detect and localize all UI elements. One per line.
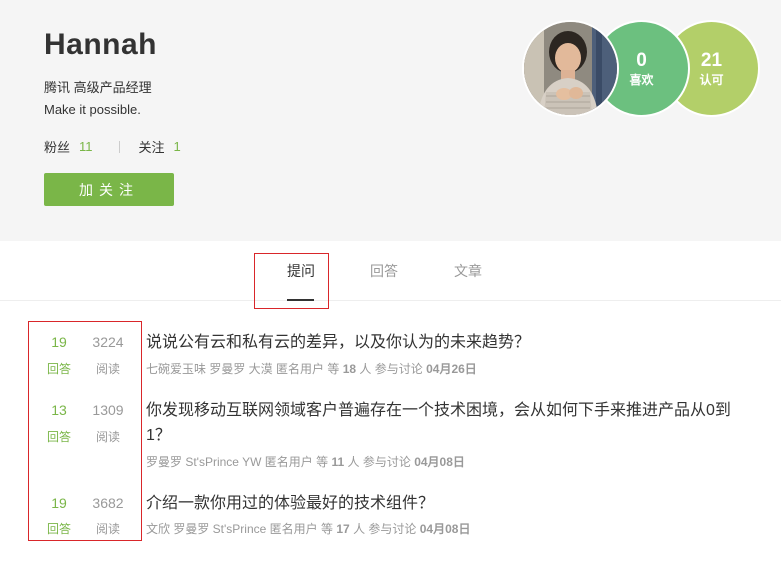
user-name: Hannah: [44, 28, 158, 61]
highlight-box-tab: [254, 253, 329, 309]
participant-count: 18: [342, 362, 357, 376]
approvals-count: 21: [700, 49, 723, 71]
tab-answers[interactable]: 回答: [370, 261, 398, 281]
count-prefix: 等: [321, 522, 334, 536]
following-label[interactable]: 关注: [139, 137, 165, 156]
tab-bar: 提问 回答 文章: [0, 241, 781, 301]
count-prefix: 等: [316, 455, 329, 469]
tab-articles[interactable]: 文章: [454, 261, 482, 281]
participants: 文欣 罗曼罗 St'sPrince 匿名用户: [146, 522, 318, 536]
question-title[interactable]: 介绍一款你用过的体验最好的技术组件？: [146, 491, 741, 516]
follow-button[interactable]: 加关注: [44, 173, 174, 206]
question-date: 04月08日: [414, 455, 465, 469]
question-meta: 文欣 罗曼罗 St'sPrince 匿名用户 等 17 人 参与讨论 04月08…: [146, 520, 470, 537]
avatar[interactable]: [522, 20, 619, 117]
count-prefix: 等: [327, 362, 340, 376]
participants: 七碗爱玉味 罗曼罗 大漠 匿名用户: [146, 362, 325, 376]
question-date: 04月26日: [426, 362, 477, 376]
fans-count[interactable]: 11: [79, 139, 93, 154]
question-date: 04月08日: [419, 522, 471, 536]
highlight-box-stats: [28, 321, 142, 541]
profile-header: Hannah 腾讯 高级产品经理 Make it possible. 粉丝 11…: [0, 0, 781, 241]
count-suffix: 人 参与讨论: [353, 522, 417, 536]
user-motto: Make it possible.: [44, 102, 141, 117]
question-meta: 七碗爱玉味 罗曼罗 大漠 匿名用户 等 18 人 参与讨论 04月26日: [146, 360, 477, 377]
fans-label[interactable]: 粉丝: [44, 137, 70, 156]
question-title[interactable]: 你发现移动互联网领域客户普遍存在一个技术困境，会从如何下手来推进产品从0到1？: [146, 398, 741, 448]
avatar-photo: [524, 22, 617, 115]
following-count[interactable]: 1: [174, 139, 181, 154]
question-title[interactable]: 说说公有云和私有云的差异，以及你认为的未来趋势？: [146, 330, 741, 355]
participant-count: 17: [336, 522, 350, 536]
likes-count: 0: [636, 49, 647, 71]
participants: 罗曼罗 St'sPrince YW 匿名用户: [146, 455, 313, 469]
count-suffix: 人 参与讨论: [359, 362, 423, 376]
user-title: 腾讯 高级产品经理: [44, 80, 152, 95]
approvals-label: 认可: [699, 72, 724, 87]
likes-label: 喜欢: [629, 72, 654, 87]
question-meta: 罗曼罗 St'sPrince YW 匿名用户 等 11 人 参与讨论 04月08…: [146, 453, 465, 470]
follow-stats: 粉丝 11 关注 1: [44, 137, 181, 156]
participant-count: 11: [331, 455, 345, 469]
count-suffix: 人 参与讨论: [347, 455, 411, 469]
stats-divider: [118, 140, 120, 153]
